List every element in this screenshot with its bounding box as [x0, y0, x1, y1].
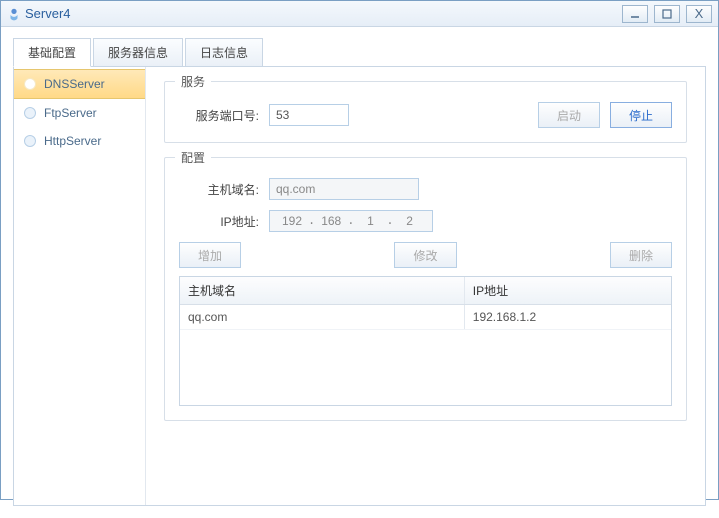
content-area: 基础配置 服务器信息 日志信息 DNSServer FtpServer Http… — [1, 27, 718, 518]
settings-area: 服务 服务端口号: 启动 停止 配置 主机域名: — [146, 67, 705, 505]
tab-server-info[interactable]: 服务器信息 — [93, 38, 183, 67]
sidebar-item-label: FtpServer — [44, 106, 97, 120]
window-controls: X — [622, 5, 712, 23]
sidebar-item-label: DNSServer — [44, 77, 105, 91]
sidebar-item-label: HttpServer — [44, 134, 101, 148]
col-ip[interactable]: IP地址 — [465, 277, 671, 304]
service-legend: 服务 — [175, 73, 211, 90]
main-panel: DNSServer FtpServer HttpServer 服务 服务端口号: — [13, 66, 706, 506]
tab-bar: 基础配置 服务器信息 日志信息 — [13, 37, 706, 66]
domain-input[interactable] — [269, 178, 419, 200]
stop-button[interactable]: 停止 — [610, 102, 672, 128]
modify-button[interactable]: 修改 — [394, 242, 456, 268]
status-dot-icon — [24, 107, 36, 119]
col-domain[interactable]: 主机域名 — [180, 277, 465, 304]
start-button[interactable]: 启动 — [538, 102, 600, 128]
sidebar-item-http[interactable]: HttpServer — [14, 127, 145, 155]
titlebar: Server4 X — [1, 1, 718, 27]
table-header: 主机域名 IP地址 — [180, 277, 671, 305]
app-icon — [7, 7, 21, 21]
domain-label: 主机域名: — [179, 181, 259, 198]
ip-label: IP地址: — [179, 213, 259, 230]
config-legend: 配置 — [175, 149, 211, 166]
add-button[interactable]: 增加 — [179, 242, 241, 268]
status-dot-icon — [24, 78, 36, 90]
tab-basic-config[interactable]: 基础配置 — [13, 38, 91, 67]
config-group: 配置 主机域名: IP地址: 192. 168. 1. 2 — [164, 157, 687, 421]
close-button[interactable]: X — [686, 5, 712, 23]
cell-ip: 192.168.1.2 — [465, 305, 671, 329]
port-label: 服务端口号: — [179, 107, 259, 124]
sidebar: DNSServer FtpServer HttpServer — [14, 67, 146, 505]
window-title: Server4 — [25, 6, 622, 21]
dns-table[interactable]: 主机域名 IP地址 qq.com 192.168.1.2 — [179, 276, 672, 406]
sidebar-item-ftp[interactable]: FtpServer — [14, 99, 145, 127]
app-window: Server4 X 基础配置 服务器信息 日志信息 DNSServer FtpS… — [0, 0, 719, 500]
ip-input[interactable]: 192. 168. 1. 2 — [269, 210, 433, 232]
status-dot-icon — [24, 135, 36, 147]
tab-log-info[interactable]: 日志信息 — [185, 38, 263, 67]
service-group: 服务 服务端口号: 启动 停止 — [164, 81, 687, 143]
sidebar-item-dns[interactable]: DNSServer — [14, 69, 145, 99]
table-row[interactable]: qq.com 192.168.1.2 — [180, 305, 671, 330]
minimize-button[interactable] — [622, 5, 648, 23]
cell-domain: qq.com — [180, 305, 465, 329]
port-input[interactable] — [269, 104, 349, 126]
maximize-button[interactable] — [654, 5, 680, 23]
delete-button[interactable]: 删除 — [610, 242, 672, 268]
